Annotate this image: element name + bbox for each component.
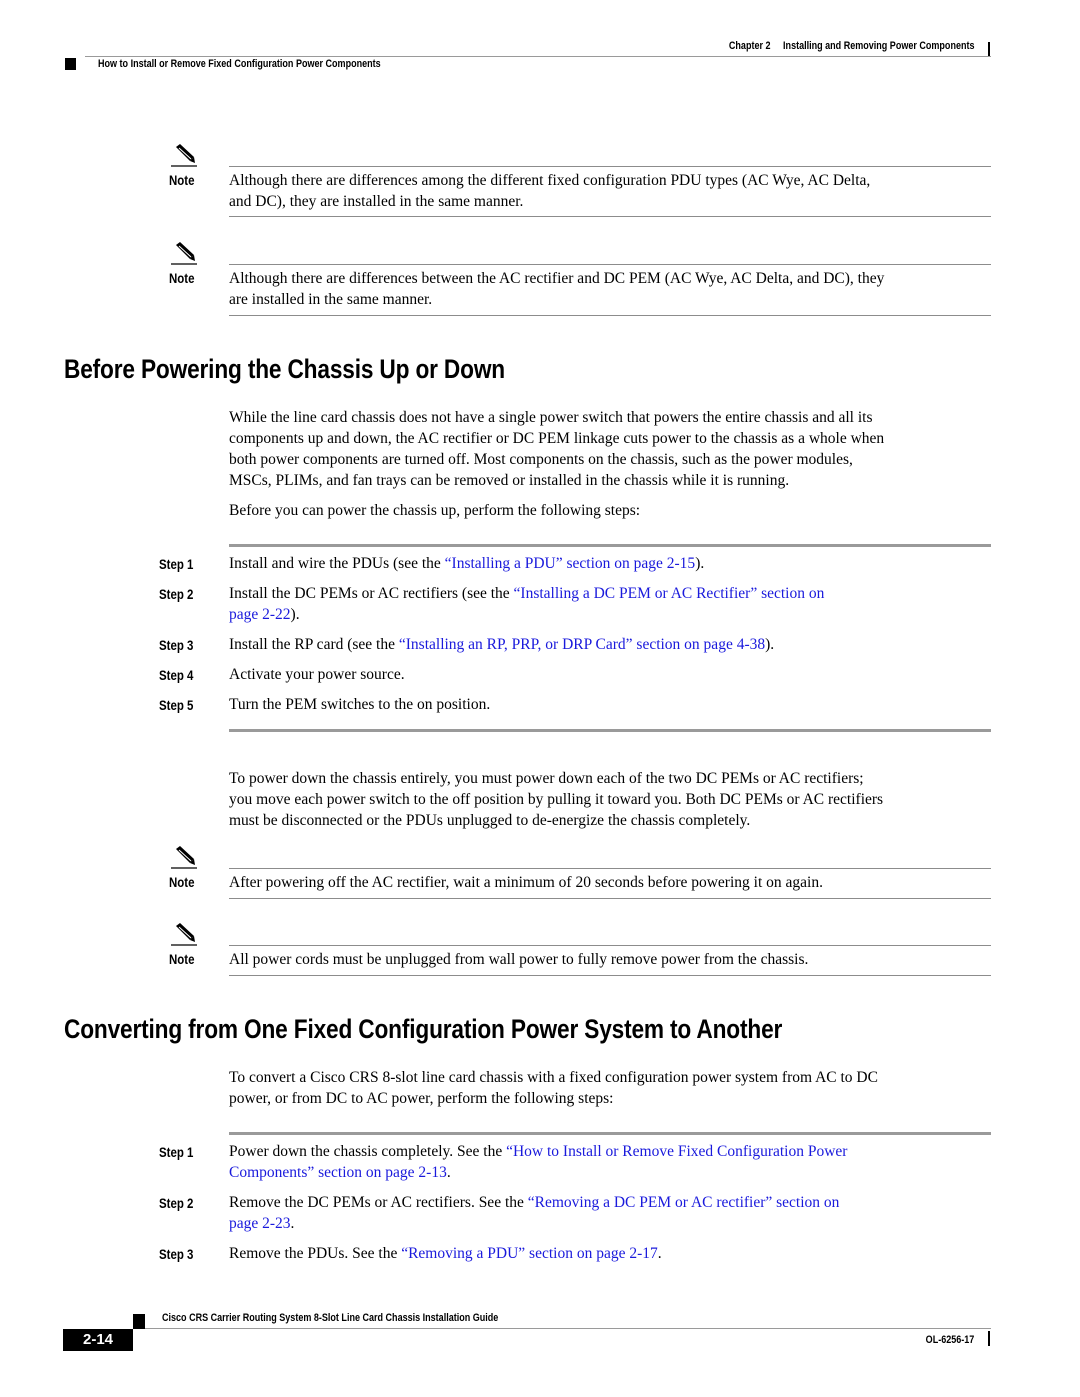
header-section-title: How to Install or Remove Fixed Configura… bbox=[98, 58, 381, 70]
note-top-rule bbox=[229, 945, 991, 946]
step-label: Step 2 bbox=[159, 1196, 194, 1211]
step-text: Activate your power source. bbox=[229, 666, 405, 683]
step-label: Step 1 bbox=[159, 1145, 194, 1160]
note-text: Although there are differences among the… bbox=[229, 172, 871, 210]
powerdown-paragraph: To power down the chassis entirely, you … bbox=[229, 770, 884, 829]
step-text: Remove the PDUs. See the “Removing a PDU… bbox=[229, 1245, 662, 1262]
footer-right-bar bbox=[988, 1331, 990, 1346]
note-label: Note bbox=[169, 952, 195, 967]
header-square bbox=[65, 58, 76, 70]
section-paragraph: While the line card chassis does not hav… bbox=[229, 409, 885, 489]
step-label: Step 1 bbox=[159, 557, 194, 572]
note-top-rule bbox=[229, 264, 991, 265]
steps-bottom-rule bbox=[229, 729, 991, 732]
page-number: 2-14 bbox=[63, 1329, 133, 1351]
pencil-note-icon bbox=[171, 144, 197, 167]
note-bottom-rule bbox=[229, 216, 991, 217]
step-link[interactable]: Components” section on page 2-13 bbox=[229, 1164, 447, 1181]
steps-top-rule bbox=[229, 1132, 991, 1135]
note-text: All power cords must be unplugged from w… bbox=[229, 951, 809, 968]
section-heading: Converting from One Fixed Configuration … bbox=[64, 1014, 783, 1044]
note-bottom-rule bbox=[229, 315, 991, 316]
step-link[interactable]: page 2-23 bbox=[229, 1215, 291, 1232]
header-chapter: Chapter 2 Installing and Removing Power … bbox=[728, 40, 974, 52]
step-text: Power down the chassis completely. See t… bbox=[229, 1143, 848, 1181]
step-link[interactable]: “How to Install or Remove Fixed Configur… bbox=[506, 1143, 847, 1160]
pencil-note-icon bbox=[171, 242, 197, 265]
step-label: Step 3 bbox=[159, 638, 194, 653]
header-right-bar bbox=[988, 42, 990, 57]
step-link[interactable]: “Installing a PDU” section on page 2-15 bbox=[445, 555, 696, 572]
step-link[interactable]: “Installing a DC PEM or AC Rectifier” se… bbox=[514, 585, 825, 602]
chapter-title: Installing and Removing Power Components bbox=[782, 40, 974, 52]
step-link[interactable]: “Removing a PDU” section on page 2-17 bbox=[401, 1245, 658, 1262]
footer-square bbox=[133, 1314, 145, 1329]
step-link[interactable]: “Installing an RP, PRP, or DRP Card” sec… bbox=[399, 636, 765, 653]
pencil-note-icon bbox=[171, 846, 197, 869]
steps-intro: Before you can power the chassis up, per… bbox=[229, 502, 641, 519]
note-top-rule bbox=[229, 868, 991, 869]
note-label: Note bbox=[169, 271, 195, 286]
step-link[interactable]: “Removing a DC PEM or AC rectifier” sect… bbox=[528, 1194, 840, 1211]
note-text: Although there are differences between t… bbox=[229, 270, 885, 308]
step-text: Install the RP card (see the “Installing… bbox=[229, 636, 775, 653]
step-label: Step 4 bbox=[159, 668, 194, 683]
header-rule bbox=[85, 56, 991, 57]
step-text: Turn the PEM switches to the on position… bbox=[229, 696, 491, 713]
note-label: Note bbox=[169, 875, 195, 890]
step-link[interactable]: page 2-22 bbox=[229, 606, 291, 623]
section-heading: Before Powering the Chassis Up or Down bbox=[64, 354, 505, 384]
doc-number: OL-6256-17 bbox=[925, 1334, 974, 1346]
step-text: Remove the DC PEMs or AC rectifiers. See… bbox=[229, 1194, 840, 1232]
note-bottom-rule bbox=[229, 898, 991, 899]
footer-rule bbox=[145, 1328, 991, 1329]
step-label: Step 3 bbox=[159, 1247, 194, 1262]
section-paragraph: To convert a Cisco CRS 8-slot line card … bbox=[229, 1069, 878, 1107]
pencil-note-icon bbox=[171, 923, 197, 946]
note-top-rule bbox=[229, 166, 991, 167]
note-bottom-rule bbox=[229, 975, 991, 976]
note-text: After powering off the AC rectifier, wai… bbox=[229, 874, 823, 891]
note-label: Note bbox=[169, 173, 195, 188]
step-label: Step 2 bbox=[159, 587, 194, 602]
step-text: Install the DC PEMs or AC rectifiers (se… bbox=[229, 585, 825, 623]
footer-guide-title: Cisco CRS Carrier Routing System 8-Slot … bbox=[162, 1312, 499, 1324]
chapter-label: Chapter 2 bbox=[728, 40, 771, 52]
steps-top-rule bbox=[229, 544, 991, 547]
step-text: Install and wire the PDUs (see the “Inst… bbox=[229, 555, 705, 572]
step-label: Step 5 bbox=[159, 698, 194, 713]
